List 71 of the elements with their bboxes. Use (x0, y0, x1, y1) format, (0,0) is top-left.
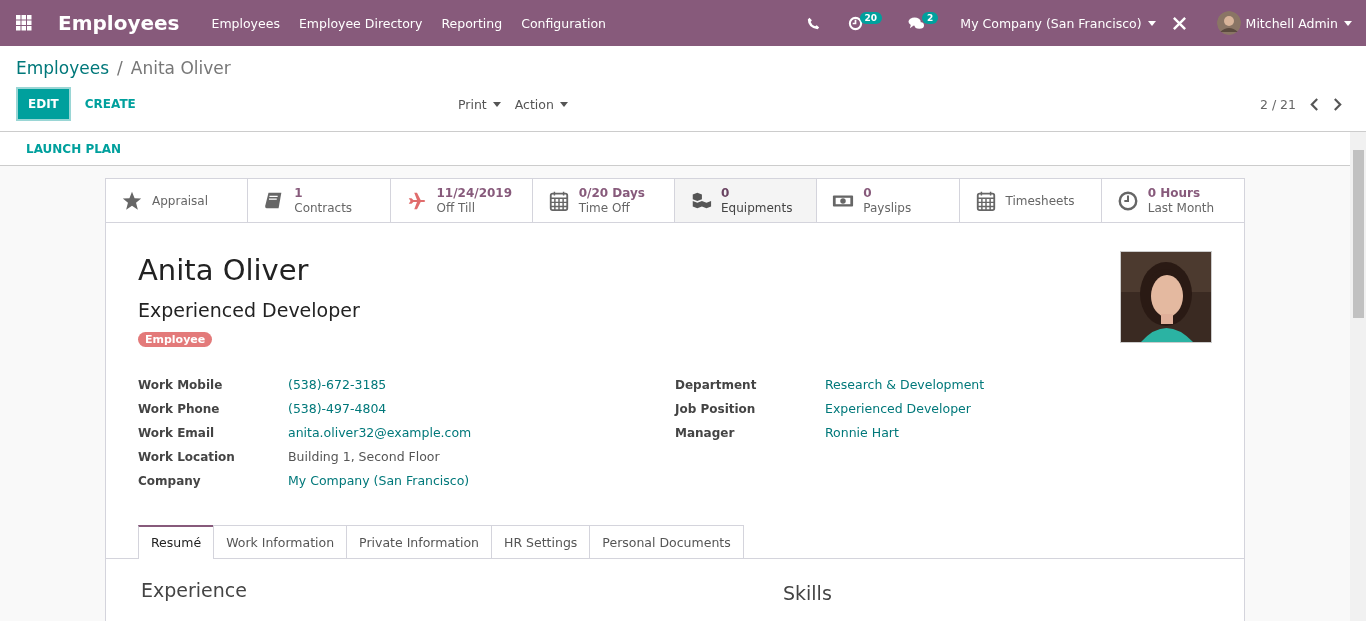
previous-icon[interactable] (1310, 97, 1319, 111)
company-switcher[interactable]: My Company (San Francisco) (960, 15, 1156, 31)
field-link[interactable]: Experienced Developer (825, 401, 971, 416)
smart-button[interactable]: 0 Equipments (675, 179, 818, 222)
stat-value: 0/20 Days (578, 185, 645, 201)
next-icon[interactable] (1333, 97, 1342, 111)
stat-value: 0 (721, 185, 731, 201)
print-dropdown[interactable]: Print (458, 96, 501, 112)
field-link[interactable]: Ronnie Hart (825, 425, 899, 440)
field-value: Building 1, Second Floor (288, 449, 440, 464)
menu-item[interactable]: Reporting (441, 15, 503, 31)
stat-label: Equipments (721, 200, 793, 216)
stat-label: Timesheets (1005, 193, 1075, 208)
notebook-tab[interactable]: Resumé (138, 525, 215, 559)
field-label: Job Position (675, 401, 757, 416)
action-dropdown[interactable]: Action (514, 96, 568, 112)
menu-item[interactable]: Configuration (521, 15, 606, 31)
section-heading: Skills (783, 582, 832, 604)
field-link[interactable]: Research & Development (825, 377, 985, 392)
calendar-icon (547, 189, 570, 212)
field-label: Work Email (138, 425, 216, 440)
app-title: Employees (58, 11, 180, 35)
caret-icon (1344, 20, 1352, 26)
section-heading: Experience (141, 579, 248, 603)
stat-label: Off Till (436, 200, 476, 216)
field-label: Company (138, 473, 202, 488)
clock-icon (1116, 189, 1139, 212)
job-title: Experienced Developer (138, 299, 360, 321)
field-label: Manager (675, 425, 736, 440)
create-button[interactable]: CREATE (84, 97, 136, 111)
message-count-badge: 2 (922, 12, 939, 24)
calendar-icon (974, 189, 997, 212)
pager-counter: 2 / 21 (1259, 96, 1296, 112)
stat-label: Time Off (578, 200, 631, 216)
chat-icon[interactable] (908, 15, 926, 31)
stat-label: Last Month (1147, 200, 1215, 216)
user-menu[interactable]: Mitchell Admin (1245, 15, 1352, 31)
stat-label: Payslips (863, 200, 912, 216)
activity-count-badge: 20 (859, 12, 883, 24)
notebook-tab[interactable]: Personal Documents (589, 525, 744, 558)
employee-name: Anita Oliver (138, 253, 310, 287)
caret-icon (559, 101, 568, 107)
field-link[interactable]: anita.oliver32@example.com (288, 425, 472, 440)
edit-button[interactable]: EDIT (16, 87, 71, 121)
stat-value: 1 (294, 185, 304, 201)
launch-plan-button[interactable]: LAUNCH PLAN (26, 141, 122, 156)
stat-label: Appraisal (152, 193, 208, 208)
category-tag: Employee (138, 332, 213, 347)
stat-label: Contracts (294, 200, 353, 216)
stat-value: 0 Hours (1147, 185, 1202, 201)
breadcrumb-current: Anita Oliver (130, 58, 231, 78)
field-label: Work Mobile (138, 377, 224, 392)
field-label: Work Location (138, 449, 236, 464)
stat-value: 11/24/2019 (436, 185, 513, 201)
menu-item[interactable]: Employee Directory (298, 15, 423, 31)
apps-menu-icon[interactable] (16, 15, 32, 31)
breadcrumb-link[interactable]: Employees (16, 58, 110, 78)
field-label: Department (675, 377, 758, 392)
caret-icon (492, 101, 501, 107)
user-avatar[interactable] (1216, 11, 1241, 35)
stat-value: 0 (863, 185, 873, 201)
clock-icon[interactable] (847, 15, 863, 31)
field-link[interactable]: (538)-497-4804 (288, 401, 387, 416)
field-link[interactable]: (538)-672-3185 (288, 377, 387, 392)
phone-icon[interactable] (806, 16, 820, 30)
field-label: Work Phone (138, 401, 221, 416)
caret-icon (1147, 20, 1156, 26)
breadcrumb-separator: / (117, 58, 123, 78)
menu-item[interactable]: Employees (211, 15, 280, 31)
field-link[interactable]: My Company (San Francisco) (288, 473, 470, 488)
scrollbar[interactable] (1350, 132, 1366, 621)
